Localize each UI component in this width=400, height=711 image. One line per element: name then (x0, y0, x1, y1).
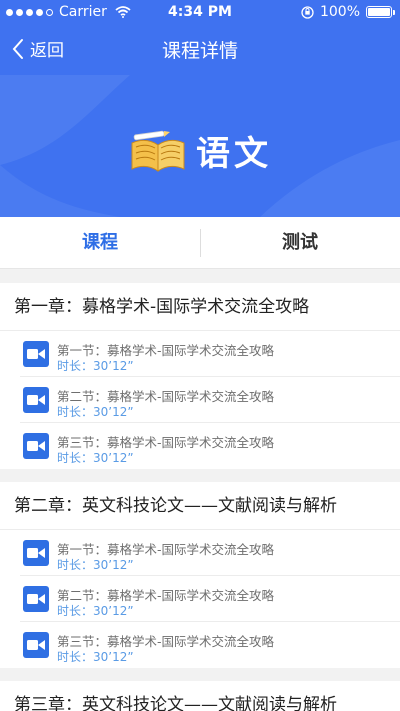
lesson-duration: 时长：30’12” (57, 604, 134, 618)
lesson-duration: 时长：30’12” (57, 405, 134, 419)
lesson-item[interactable]: 第一节：募格学术-国际学术交流全攻略 时长：30’12” (20, 530, 400, 576)
lesson-item[interactable]: 第三节：募格学术-国际学术交流全攻略 时长：30’12” (20, 622, 400, 668)
lesson-duration: 时长：30’12” (57, 451, 134, 465)
lesson-item[interactable]: 第二节：募格学术-国际学术交流全攻略 时长：30’12” (20, 576, 400, 622)
lesson-duration: 时长：30’12” (57, 558, 134, 572)
tab-bar: 课程 测试 (0, 217, 400, 269)
page-title: 课程详情 (161, 40, 238, 62)
chapter-list: 第一章：募格学术-国际学术交流全攻略 第一节：募格学术-国际学术交流全攻略 时长… (0, 283, 400, 711)
lesson-duration: 时长：30’12” (57, 359, 134, 373)
video-play-icon (23, 433, 49, 459)
lesson-item[interactable]: 第三节：募格学术-国际学术交流全攻略 时长：30’12” (20, 423, 400, 469)
video-play-icon (23, 540, 49, 566)
video-play-icon (23, 387, 49, 413)
chapter-section: 第二章：英文科技论文——文献阅读与解析 第一节：募格学术-国际学术交流全攻略 时… (0, 482, 400, 668)
tab-test[interactable]: 测试 (200, 217, 400, 269)
lesson-item[interactable]: 第二节：募格学术-国际学术交流全攻略 时长：30’12” (20, 377, 400, 423)
video-play-icon (23, 586, 49, 612)
chapter-title[interactable]: 第三章：英文科技论文——文献阅读与解析 (0, 681, 400, 711)
nav-bar: 返回 课程详情 (0, 24, 400, 74)
chapter-section: 第一章：募格学术-国际学术交流全攻略 第一节：募格学术-国际学术交流全攻略 时长… (0, 283, 400, 469)
tab-course[interactable]: 课程 (0, 217, 200, 269)
chapter-title[interactable]: 第二章：英文科技论文——文献阅读与解析 (0, 482, 400, 530)
status-bar: Carrier 4:34 PM 100% (0, 0, 400, 24)
video-play-icon (23, 632, 49, 658)
chapter-title[interactable]: 第一章：募格学术-国际学术交流全攻略 (0, 283, 400, 331)
subject-banner: 语文 (0, 126, 400, 175)
video-play-icon (23, 341, 49, 367)
header-banner: Carrier 4:34 PM 100% 返回 课程详情 语文 (0, 0, 400, 217)
lesson-duration: 时长：30’12” (57, 650, 134, 664)
lesson-item[interactable]: 第一节：募格学术-国际学术交流全攻略 时长：30’12” (20, 331, 400, 377)
battery-percent: 100% (319, 4, 360, 20)
chapter-section: 第三章：英文科技论文——文献阅读与解析 (0, 681, 400, 711)
subject-title: 语文 (196, 134, 272, 174)
orientation-lock-icon (301, 5, 314, 19)
open-book-icon (131, 130, 185, 172)
battery-icon (366, 6, 395, 18)
